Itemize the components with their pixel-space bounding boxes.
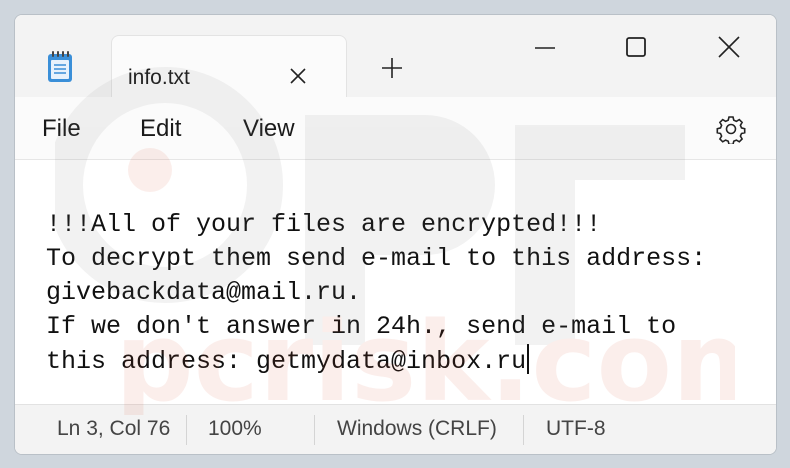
text-line: If we don't answer in 24h., send e-mail … <box>46 312 677 341</box>
notepad-window: info.txt File Edit View !!!All of your f… <box>14 14 777 455</box>
notepad-icon <box>48 51 72 82</box>
zoom-level[interactable]: 100% <box>208 417 262 441</box>
gear-icon <box>716 116 746 144</box>
new-tab-button[interactable] <box>379 55 405 81</box>
menu-edit[interactable]: Edit <box>140 115 181 143</box>
status-bar: Ln 3, Col 76 100% Windows (CRLF) UTF-8 <box>15 404 776 454</box>
text-line-content: this address: getmydata@inbox.ru <box>46 347 527 376</box>
line-ending[interactable]: Windows (CRLF) <box>337 417 497 441</box>
close-icon <box>718 36 740 58</box>
text-line: givebackdata@mail.ru. <box>46 278 362 307</box>
settings-button[interactable] <box>715 113 747 145</box>
close-window-button[interactable] <box>705 29 753 65</box>
text-line-last: this address: getmydata@inbox.ru <box>46 344 530 379</box>
tab-info-txt[interactable]: info.txt <box>111 35 347 97</box>
text-editor[interactable]: !!!All of your files are encrypted!!! To… <box>15 160 776 388</box>
text-caret <box>527 344 530 374</box>
maximize-icon <box>626 37 646 57</box>
status-divider <box>186 415 187 445</box>
plus-icon <box>382 58 402 78</box>
text-line: !!!All of your files are encrypted!!! <box>46 210 602 239</box>
menu-bar: File Edit View <box>15 97 776 160</box>
minimize-button[interactable] <box>521 29 569 65</box>
text-line: To decrypt them send e-mail to this addr… <box>46 244 707 273</box>
encoding[interactable]: UTF-8 <box>546 417 606 441</box>
tab-title: info.txt <box>128 66 190 89</box>
menu-file[interactable]: File <box>42 115 81 143</box>
title-bar: info.txt <box>15 15 776 97</box>
status-divider <box>314 415 315 445</box>
status-divider <box>523 415 524 445</box>
maximize-button[interactable] <box>612 29 660 65</box>
cursor-position: Ln 3, Col 76 <box>57 417 171 440</box>
menu-view[interactable]: View <box>243 115 295 143</box>
close-tab-button[interactable] <box>286 64 310 88</box>
minimize-icon <box>535 47 555 49</box>
close-icon <box>290 68 306 84</box>
